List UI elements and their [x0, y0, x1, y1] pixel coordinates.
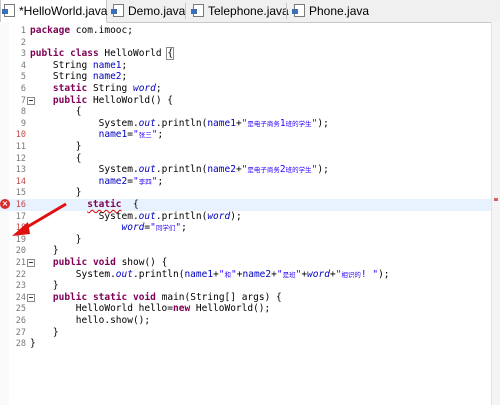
- code-text: System.out.println(name1+"和"+name2+"是班"+…: [30, 268, 390, 280]
- line-number: 21: [15, 258, 26, 268]
- code-line[interactable]: 18 word="同学们";: [0, 222, 491, 234]
- code-line[interactable]: 2: [0, 37, 491, 49]
- line-number: 4: [20, 60, 26, 71]
- code-line[interactable]: 9 System.out.println(name1+"是电子商务1班的学生")…: [0, 118, 491, 130]
- tab-label: Phone.java: [309, 4, 370, 18]
- java-file-icon: [292, 4, 305, 17]
- code-line[interactable]: 5 String name2;: [0, 71, 491, 83]
- editor-tab-bar: *HelloWorld.java✕ Demo.java Telephone.ja…: [0, 0, 500, 23]
- code-line[interactable]: 15 }: [0, 187, 491, 199]
- code-text: HelloWorld hello=new HelloWorld();: [30, 303, 271, 315]
- tab-phone-java[interactable]: Phone.java: [292, 0, 370, 22]
- code-line[interactable]: 7 public HelloWorld() {: [0, 95, 491, 107]
- code-line[interactable]: 10 name1="张三";: [0, 129, 491, 141]
- code-text: String name1;: [30, 59, 128, 71]
- code-text: static String word;: [52, 83, 162, 94]
- tab-helloworld-java[interactable]: *HelloWorld.java✕: [0, 0, 123, 23]
- error-marker[interactable]: [494, 198, 498, 201]
- code-text: String name2;: [30, 71, 128, 83]
- code-line[interactable]: 16 × static {: [0, 199, 491, 211]
- code-line[interactable]: 14 name2="李四";: [0, 176, 491, 188]
- code-text: name2="李四";: [98, 175, 164, 187]
- line-number: 6: [20, 84, 26, 94]
- tab-label: Telephone.java: [208, 4, 289, 18]
- tab-label: Demo.java: [128, 4, 186, 18]
- code-text: }: [30, 338, 36, 350]
- line-number: 5: [20, 72, 26, 83]
- code-line[interactable]: 21 public void show() {: [0, 257, 491, 269]
- line-number: 3: [20, 49, 26, 60]
- line-number: 11: [15, 142, 26, 152]
- line-number: 26: [15, 316, 26, 326]
- code-text: }: [30, 141, 82, 152]
- code-text: }: [30, 326, 59, 338]
- code-line[interactable]: 24 public static void main(String[] args…: [0, 292, 491, 304]
- java-file-icon: [111, 4, 124, 17]
- overview-ruler[interactable]: [491, 22, 500, 405]
- code-line[interactable]: 28}: [0, 338, 491, 350]
- line-number: 1: [20, 26, 26, 36]
- java-file-icon: [191, 4, 204, 17]
- code-text: System.out.println(name1+"是电子商务1班的学生");: [30, 117, 329, 129]
- code-text: public class HelloWorld {: [30, 47, 175, 61]
- code-line[interactable]: 8 {: [0, 106, 491, 118]
- line-number: 25: [15, 304, 26, 315]
- code-line[interactable]: 13 System.out.println(name2+"是电子商务2班的学生"…: [0, 164, 491, 176]
- code-line[interactable]: 4 String name1;: [0, 60, 491, 72]
- code-text: {: [30, 152, 82, 164]
- code-line[interactable]: 6 static String word;: [0, 83, 491, 95]
- code-line[interactable]: 1 package com.imooc;: [0, 25, 491, 37]
- code-text: }: [30, 245, 59, 257]
- tab-separator: [185, 3, 186, 19]
- code-text: System.out.println(name2+"是电子商务2班的学生");: [30, 164, 329, 176]
- line-number: 27: [15, 327, 26, 338]
- line-number: 7: [20, 95, 26, 106]
- code-line[interactable]: 23 }: [0, 280, 491, 292]
- code-text: }: [30, 187, 82, 199]
- code-text: public void show() {: [52, 257, 168, 268]
- error-marker-icon[interactable]: ×: [0, 199, 10, 209]
- line-number: 12: [15, 153, 26, 164]
- code-text: package com.imooc;: [30, 25, 133, 36]
- tab-telephone-java[interactable]: Telephone.java: [191, 0, 289, 22]
- code-text: {: [30, 106, 82, 118]
- code-line[interactable]: 3 public class HelloWorld {: [0, 47, 491, 61]
- code-line[interactable]: 25 HelloWorld hello=new HelloWorld();: [0, 303, 491, 315]
- code-text: hello.show();: [30, 315, 151, 326]
- line-number: 24: [15, 292, 26, 303]
- line-number: 10: [15, 130, 26, 141]
- code-line[interactable]: 19 }: [0, 234, 491, 246]
- tab-label: *HelloWorld.java: [19, 4, 108, 18]
- code-line[interactable]: 27 }: [0, 327, 491, 339]
- code-line[interactable]: 26 hello.show();: [0, 315, 491, 327]
- red-annotation-arrow-icon: [12, 202, 67, 236]
- line-number: 23: [15, 281, 26, 292]
- tab-demo-java[interactable]: Demo.java: [111, 0, 186, 22]
- code-text: }: [30, 280, 59, 292]
- line-number: 20: [15, 246, 26, 257]
- code-line[interactable]: 22 System.out.println(name1+"和"+name2+"是…: [0, 269, 491, 281]
- line-number: 14: [15, 176, 26, 187]
- code-editor[interactable]: 1 package com.imooc; 2 3 public class HelloW…: [0, 22, 500, 405]
- code-line[interactable]: 12 {: [0, 153, 491, 165]
- line-number: 13: [15, 165, 26, 176]
- code-line[interactable]: 11 }: [0, 141, 491, 153]
- line-number: 15: [15, 188, 26, 199]
- line-number: 22: [15, 269, 26, 280]
- code-line[interactable]: 20 }: [0, 245, 491, 257]
- code-line[interactable]: 17 System.out.println(word);: [0, 211, 491, 223]
- line-number: 9: [20, 118, 26, 129]
- tab-separator: [286, 3, 287, 19]
- line-number: 8: [20, 107, 26, 118]
- code-text: public HelloWorld() {: [52, 94, 174, 106]
- code-text: name1="张三";: [98, 129, 164, 141]
- line-number: 28: [15, 339, 26, 350]
- java-file-icon: [2, 4, 15, 17]
- line-number: 2: [20, 37, 26, 48]
- code-text: public static void main(String[] args) {: [52, 291, 282, 303]
